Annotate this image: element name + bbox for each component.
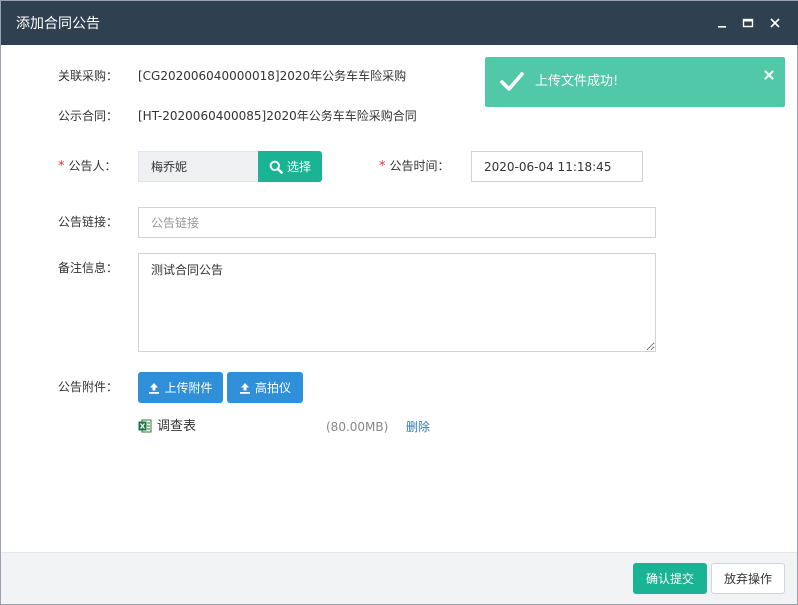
close-icon — [770, 18, 780, 28]
confirm-submit-button[interactable]: 确认提交 — [633, 563, 707, 594]
remarks-textarea[interactable]: 测试合同公告 — [138, 253, 656, 352]
upload-button-label: 上传附件 — [164, 381, 213, 395]
attachment-item: 调查表 (80.00MB) 删除 — [138, 417, 458, 437]
link-input[interactable] — [138, 207, 656, 238]
maximize-button[interactable] — [738, 13, 758, 33]
contract-label: 公示合同： — [58, 109, 119, 123]
search-icon — [269, 160, 283, 174]
success-toast: 上传文件成功! — [485, 57, 785, 107]
scanner-button[interactable]: 高拍仪 — [227, 372, 303, 403]
minimize-button[interactable] — [712, 13, 732, 33]
toast-message: 上传文件成功! — [535, 74, 619, 89]
cancel-button[interactable]: 放弃操作 — [711, 563, 785, 594]
upload-attachment-button[interactable]: 上传附件 — [138, 372, 223, 403]
upload-icon — [149, 382, 160, 394]
time-input[interactable] — [471, 151, 643, 182]
attachment-delete-link[interactable]: 删除 — [406, 418, 430, 436]
maximize-icon — [742, 18, 754, 28]
attachment-label: 公告附件： — [58, 380, 119, 394]
close-button[interactable] — [765, 13, 785, 33]
announcer-label: * 公告人： — [58, 159, 117, 174]
select-button-label: 选择 — [286, 160, 311, 174]
required-mark: * — [379, 159, 386, 174]
procurement-label: 关联采购： — [58, 69, 119, 83]
announcer-input[interactable] — [138, 151, 260, 182]
minimize-icon — [718, 26, 726, 28]
dialog: 添加合同公告 关联采购： [CG202006040000018]2020年公务车… — [0, 0, 798, 605]
link-label: 公告链接： — [58, 215, 119, 229]
remarks-label: 备注信息： — [58, 261, 119, 275]
required-mark: * — [58, 159, 65, 174]
checkmark-icon — [500, 72, 524, 91]
attachment-size: (80.00MB) — [326, 420, 389, 434]
procurement-value: [CG202006040000018]2020年公务车车险采购 — [138, 69, 407, 83]
toast-close-button[interactable] — [761, 67, 777, 83]
upload-icon — [239, 382, 250, 394]
title-bar[interactable]: 添加合同公告 — [1, 1, 798, 45]
scanner-button-label: 高拍仪 — [254, 381, 291, 395]
attachment-name[interactable]: 调查表 — [157, 418, 196, 436]
close-icon — [764, 70, 774, 80]
contract-value: [HT-2020060400085]2020年公务车车险采购合同 — [138, 109, 417, 123]
dialog-title: 添加合同公告 — [16, 16, 100, 32]
dialog-footer: 确认提交 放弃操作 — [1, 552, 797, 604]
time-label: * 公告时间： — [379, 159, 450, 174]
select-announcer-button[interactable]: 选择 — [258, 151, 322, 182]
excel-file-icon — [138, 419, 152, 433]
